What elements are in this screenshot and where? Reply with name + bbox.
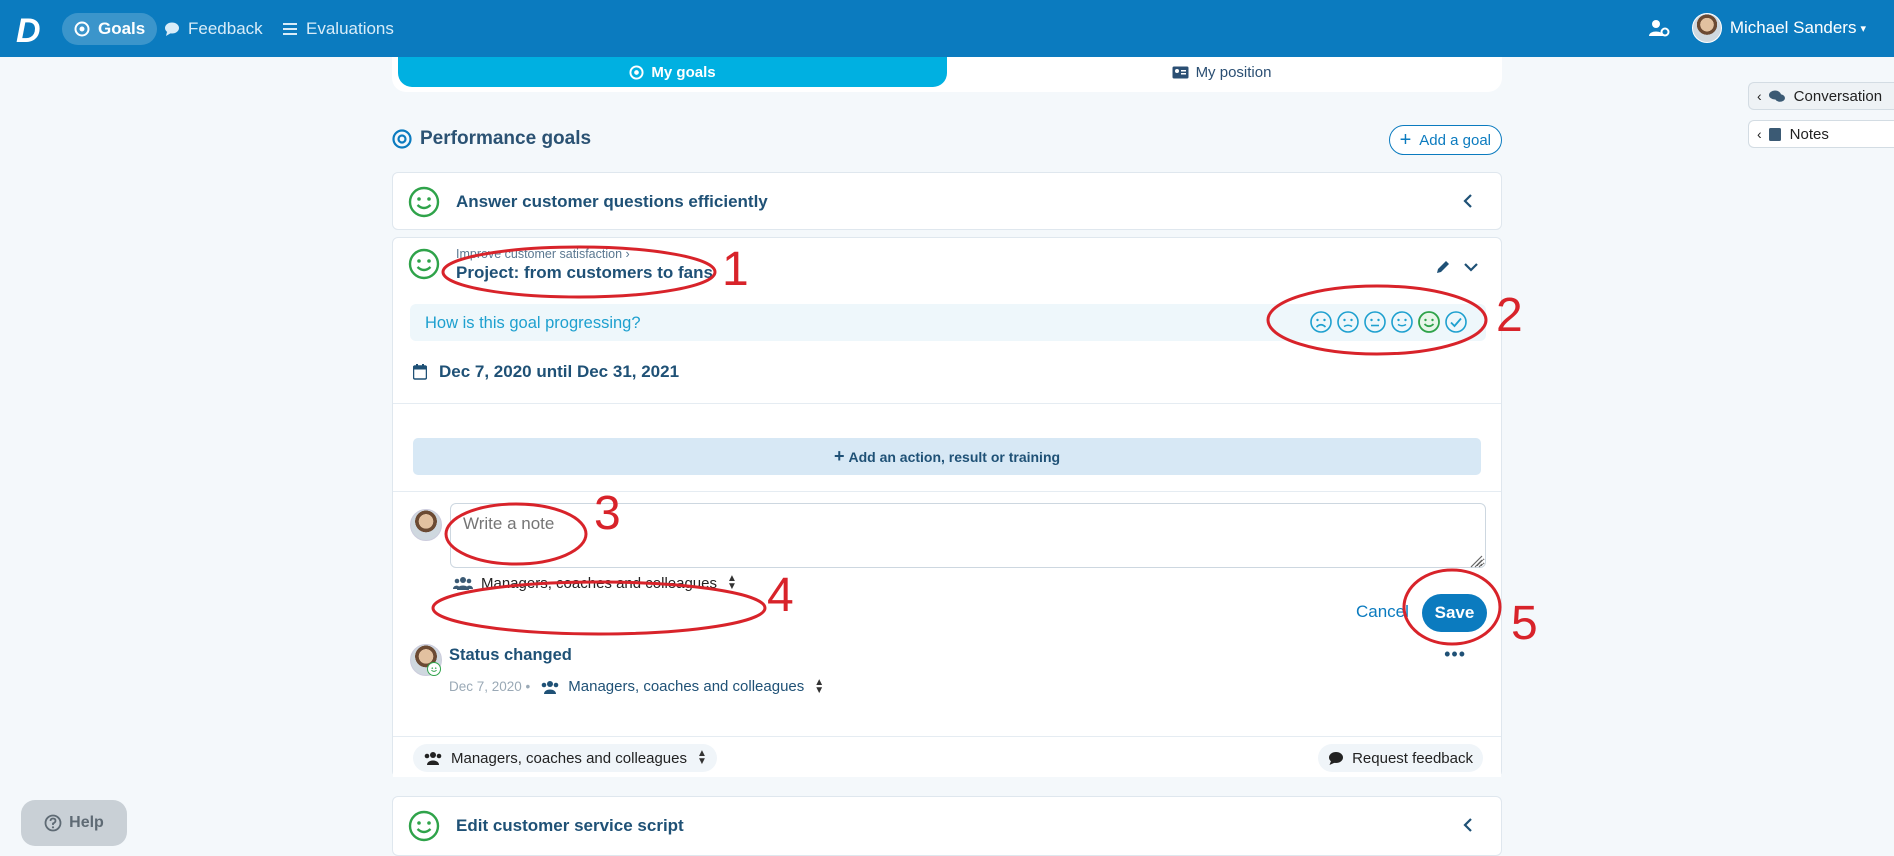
annotation-ellipse [1402, 568, 1502, 646]
annotation-ellipse [441, 245, 717, 299]
annotation-number: 2 [1496, 289, 1523, 342]
annotation-number: 3 [594, 487, 621, 540]
annotation-ellipse [431, 580, 767, 636]
annotation-ellipse [1266, 284, 1488, 356]
annotation-number: 5 [1511, 597, 1538, 650]
annotation-number: 4 [767, 569, 794, 622]
annotation-overlay [431, 245, 1502, 646]
annotation-ellipse [444, 502, 588, 566]
annotation-number: 1 [722, 243, 749, 296]
